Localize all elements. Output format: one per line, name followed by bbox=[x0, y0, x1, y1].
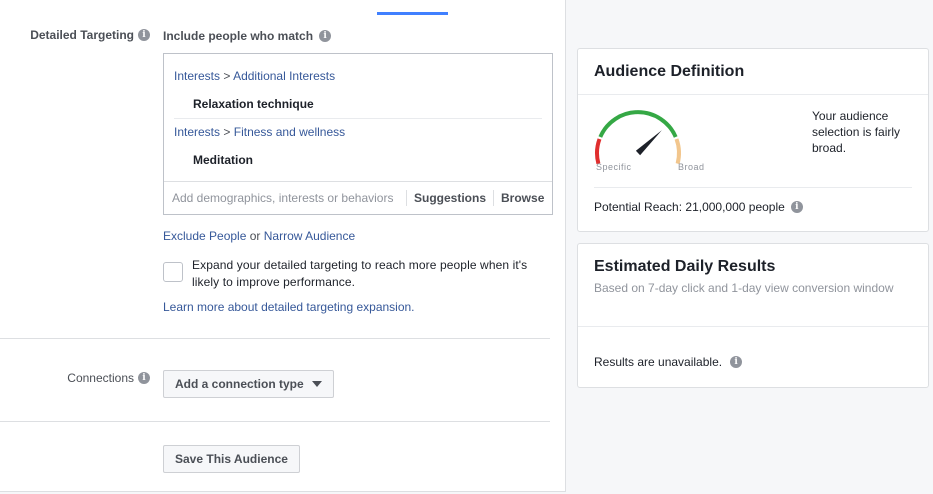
gauge-label-broad: Broad bbox=[678, 162, 705, 172]
crumb-separator: > bbox=[223, 125, 231, 139]
add-connection-type-button[interactable]: Add a connection type bbox=[163, 370, 334, 398]
gauge-arc-broad bbox=[674, 138, 681, 165]
info-icon[interactable]: i bbox=[790, 201, 803, 213]
or-text: or bbox=[249, 229, 261, 243]
section-divider bbox=[0, 338, 550, 339]
learn-more-link[interactable]: Learn more about detailed targeting expa… bbox=[163, 300, 415, 314]
potential-reach-text: Potential Reach: 21,000,000 people bbox=[594, 200, 785, 214]
narrow-audience-link[interactable]: Narrow Audience bbox=[264, 229, 355, 243]
save-audience-button[interactable]: Save This Audience bbox=[163, 445, 300, 473]
estimated-daily-results-card: Estimated Daily Results Based on 7-day c… bbox=[577, 243, 929, 388]
detailed-targeting-label: Detailed Targeting i bbox=[30, 28, 150, 42]
gauge-icon bbox=[595, 110, 681, 165]
estimated-daily-results-title: Estimated Daily Results bbox=[594, 258, 776, 275]
active-tab-indicator bbox=[377, 12, 448, 15]
results-status: Results are unavailable. i bbox=[594, 355, 743, 369]
info-icon[interactable]: i bbox=[138, 29, 150, 41]
expand-targeting-checkbox[interactable] bbox=[163, 262, 183, 282]
exclude-narrow-links: Exclude People or Narrow Audience bbox=[163, 229, 355, 243]
crumb-subcategory[interactable]: Additional Interests bbox=[233, 69, 335, 83]
audience-definition-card: Audience Definition Specific Broad Your … bbox=[577, 48, 929, 232]
crumb-category[interactable]: Interests bbox=[174, 69, 220, 83]
expand-targeting-text: Expand your detailed targeting to reach … bbox=[192, 258, 528, 289]
expand-targeting-row: Expand your detailed targeting to reach … bbox=[163, 257, 553, 291]
include-people-label-text: Include people who match bbox=[163, 29, 314, 43]
browse-button[interactable]: Browse bbox=[494, 191, 551, 205]
info-icon[interactable]: i bbox=[730, 356, 743, 368]
crumb-subcategory[interactable]: Fitness and wellness bbox=[234, 125, 345, 139]
targeting-group-divider bbox=[174, 118, 542, 119]
targeting-item[interactable]: Relaxation technique bbox=[193, 97, 314, 111]
exclude-people-link[interactable]: Exclude People bbox=[163, 229, 246, 243]
save-audience-label: Save This Audience bbox=[175, 452, 288, 466]
card-divider bbox=[578, 94, 928, 95]
add-connection-type-label: Add a connection type bbox=[175, 377, 304, 391]
connections-label-text: Connections bbox=[67, 371, 134, 385]
targeting-breadcrumb: Interests > Fitness and wellness bbox=[174, 125, 345, 139]
results-status-text: Results are unavailable. bbox=[594, 355, 723, 369]
targeting-search-input[interactable] bbox=[164, 182, 406, 214]
targeting-breadcrumb: Interests > Additional Interests bbox=[174, 69, 335, 83]
estimated-daily-results-subtitle: Based on 7-day click and 1-day view conv… bbox=[594, 281, 894, 295]
targeting-form-panel: Detailed Targeting i Include people who … bbox=[0, 0, 566, 492]
crumb-category[interactable]: Interests bbox=[174, 125, 220, 139]
connections-label: Connections i bbox=[67, 371, 150, 385]
detailed-targeting-label-text: Detailed Targeting bbox=[30, 28, 134, 42]
info-icon[interactable]: i bbox=[319, 30, 332, 42]
section-divider bbox=[0, 421, 550, 422]
caret-down-icon bbox=[311, 381, 322, 387]
potential-reach: Potential Reach: 21,000,000 people i bbox=[594, 200, 803, 214]
include-people-label: Include people who match i bbox=[163, 29, 332, 43]
crumb-separator: > bbox=[223, 69, 231, 83]
connections-label-wrap: Connections i bbox=[0, 371, 150, 389]
gauge-arc-middle bbox=[598, 110, 678, 138]
audience-definition-title: Audience Definition bbox=[594, 63, 745, 80]
targeting-search-row: Suggestions Browse bbox=[164, 181, 552, 214]
targeting-item[interactable]: Meditation bbox=[193, 153, 253, 167]
audience-gauge: Specific Broad bbox=[594, 105, 712, 177]
card-divider bbox=[578, 326, 928, 327]
card-divider bbox=[594, 187, 912, 188]
suggestions-button[interactable]: Suggestions bbox=[407, 191, 493, 205]
gauge-needle bbox=[635, 130, 662, 156]
detailed-targeting-box: Interests > Additional Interests Relaxat… bbox=[163, 53, 553, 215]
gauge-arc-specific bbox=[595, 138, 602, 165]
audience-description: Your audience selection is fairly broad. bbox=[812, 109, 901, 155]
gauge-label-specific: Specific bbox=[596, 162, 632, 172]
detailed-targeting-label-wrap: Detailed Targeting i bbox=[0, 28, 150, 46]
info-icon[interactable]: i bbox=[138, 372, 150, 384]
